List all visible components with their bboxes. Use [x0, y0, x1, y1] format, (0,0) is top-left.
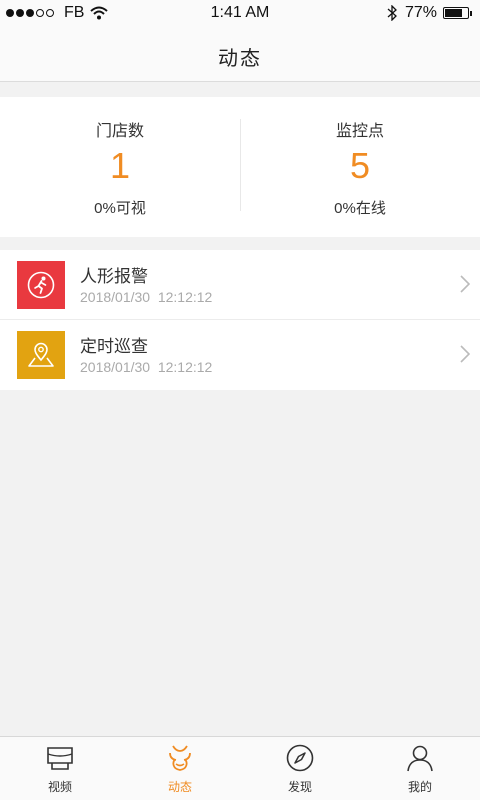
event-item-scheduled-patrol[interactable]: 定时巡查 2018/01/30 12:12:12	[0, 320, 480, 390]
compass-icon	[286, 744, 314, 772]
tab-label: 我的	[407, 780, 432, 794]
event-list: 人形报警 2018/01/30 12:12:12 定时巡查 2018/01/30…	[0, 250, 480, 390]
bluetooth-icon	[387, 5, 397, 21]
monitor-point-label: 监控点	[335, 123, 384, 140]
store-count-label: 门店数	[95, 123, 144, 140]
person-icon	[407, 745, 433, 772]
activity-icon	[169, 745, 191, 771]
status-right: 77%	[387, 4, 472, 22]
tab-bar: 视频 动态 发现 我的	[0, 736, 480, 800]
battery-level-fill	[445, 9, 462, 17]
event-time: 2018/01/30 12:12:12	[80, 289, 213, 305]
monitor-point-stat: 监控点 5 0%在线	[240, 97, 480, 237]
nav-header: 动态	[0, 26, 480, 82]
store-count-stat: 门店数 1 0%可视	[0, 97, 240, 237]
chevron-right-icon	[460, 275, 470, 293]
summary-card: 门店数 1 0%可视 监控点 5 0%在线	[0, 97, 480, 237]
tab-label: 发现	[287, 780, 312, 794]
tab-discover[interactable]: 发现	[240, 737, 360, 800]
tab-mine[interactable]: 我的	[360, 737, 480, 800]
chevron-right-icon	[460, 345, 470, 363]
page-title: 动态	[218, 48, 262, 70]
event-time: 2018/01/30 12:12:12	[80, 359, 213, 375]
map-pin-icon	[17, 331, 65, 379]
battery-icon	[443, 7, 469, 19]
tab-video[interactable]: 视频	[0, 737, 120, 800]
event-title: 定时巡查	[80, 337, 148, 356]
person-running-icon	[17, 261, 65, 309]
battery-percent: 77%	[404, 4, 437, 21]
status-bar: FB 1:41 AM 77%	[0, 0, 480, 26]
event-item-human-alarm[interactable]: 人形报警 2018/01/30 12:12:12	[0, 250, 480, 320]
battery-cap	[470, 10, 472, 16]
monitor-online-rate: 0%在线	[334, 200, 386, 217]
tab-activity[interactable]: 动态	[120, 737, 240, 800]
video-icon	[47, 747, 73, 770]
monitor-point-value: 5	[349, 145, 371, 186]
tab-label: 视频	[47, 780, 72, 794]
event-title: 人形报警	[80, 267, 148, 286]
store-count-value: 1	[109, 145, 131, 186]
store-visible-rate: 0%可视	[94, 200, 146, 217]
tab-label: 动态	[167, 780, 192, 794]
